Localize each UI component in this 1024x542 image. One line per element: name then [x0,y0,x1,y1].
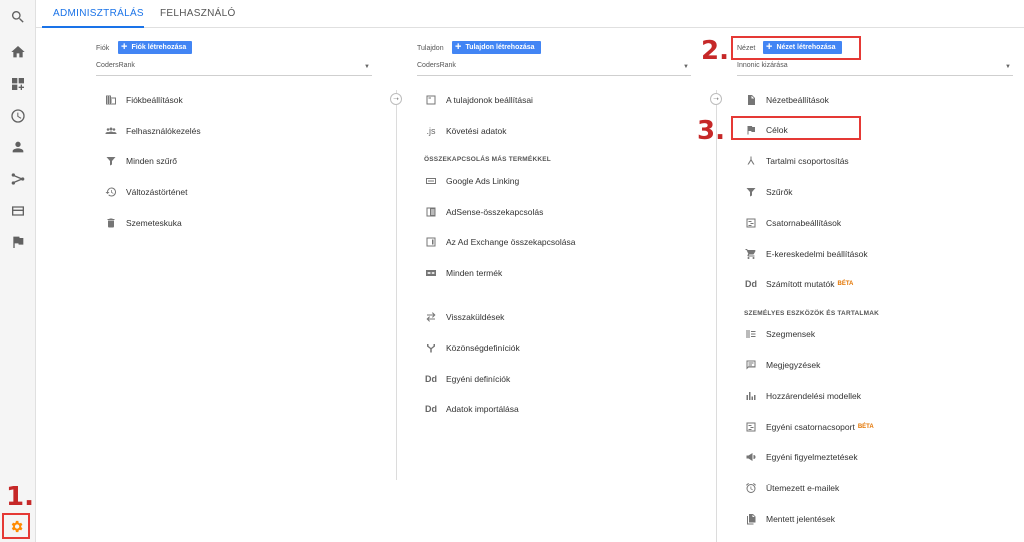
ads-icon [424,174,438,188]
column-divider [396,90,397,480]
history-icon [104,185,118,199]
beta-badge: BÉTA [837,281,854,287]
view-settings-link[interactable]: Nézetbeállítások [744,91,829,109]
saved-reports-icon [744,512,758,526]
plus-icon: + [766,41,773,53]
ecommerce-settings-link[interactable]: E-kereskedelmi beállítások [744,245,868,263]
postbacks-link[interactable]: Visszaküldések [424,308,504,326]
active-tab-indicator [42,26,144,28]
channel-settings-icon [744,216,758,230]
adsense-icon [424,205,438,219]
callout-1: 1. [6,482,34,512]
tab-admin[interactable]: ADMINISZTRÁLÁS [53,8,144,19]
saved-reports-link[interactable]: Mentett jelentések [744,510,835,528]
home-icon[interactable] [0,38,36,66]
ad-exchange-linking-link[interactable]: Az Ad Exchange összekapcsolása [424,233,575,251]
flag-icon[interactable] [0,228,36,256]
calculated-metrics-link[interactable]: Dd Számított mutatók BÉTA [744,275,853,293]
callout-2: 2. [701,36,729,66]
caret-down-icon: ▼ [364,64,370,70]
attribution-icon [744,389,758,403]
property-settings-icon [424,93,438,107]
view-select[interactable]: Innonic kizárása ▼ [737,62,1013,76]
caret-down-icon: ▼ [1005,64,1011,70]
beta-badge: BÉTA [857,424,874,430]
all-filters-link[interactable]: Minden szűrő [104,152,177,170]
channel-settings-link[interactable]: Csatornabeállítások [744,214,841,232]
callout-3: 3. [697,116,725,146]
admin-tabs: ADMINISZTRÁLÁS FELHASZNÁLÓ [36,0,1024,28]
attribution-models-link[interactable]: Hozzárendelési modellek [744,387,861,405]
create-property-button[interactable]: + Tulajdon létrehozása [452,41,541,54]
property-label: Tulajdon [417,45,444,52]
data-import-link[interactable]: Dd Adatok importálása [424,400,519,418]
search-icon[interactable] [0,3,36,31]
view-filters-link[interactable]: Szűrők [744,183,792,201]
filter-icon [104,154,118,168]
left-nav-rail [0,0,36,542]
js-icon: .js [426,126,436,136]
plus-icon: + [455,41,462,53]
account-select[interactable]: CodersRank ▼ [96,62,372,76]
all-products-link[interactable]: Minden termék [424,264,502,282]
trash-can-link[interactable]: Szemeteskuka [104,214,182,232]
caret-down-icon: ▼ [683,64,689,70]
annotations-icon [744,358,758,372]
tab-user[interactable]: FELHASZNÁLÓ [160,8,236,19]
clock-icon[interactable] [0,102,36,130]
goals-link[interactable]: Célok [744,121,788,139]
behavior-icon[interactable] [0,197,36,225]
dd-icon: Dd [425,374,437,384]
filter-icon [744,185,758,199]
admin-gear-icon[interactable] [2,513,30,539]
google-ads-linking-link[interactable]: Google Ads Linking [424,172,519,190]
postbacks-icon [424,310,438,324]
personal-tools-section-heading: SZEMÉLYES ESZKÖZÖK ÉS TARTALMAK [744,310,880,317]
person-icon[interactable] [0,133,36,161]
audience-definitions-link[interactable]: Közönségdefiníciók [424,339,520,357]
adsense-linking-link[interactable]: AdSense-összekapcsolás [424,203,543,221]
annotations-link[interactable]: Megjegyzések [744,356,820,374]
account-settings-link[interactable]: Fiókbeállítások [104,91,183,109]
account-label: Fiók [96,45,110,52]
link-icon [424,266,438,280]
megaphone-icon [744,450,758,464]
custom-alerts-link[interactable]: Egyéni figyelmeztetések [744,448,858,466]
goal-flag-icon [744,123,758,137]
trash-icon [104,216,118,230]
building-icon [104,93,118,107]
property-settings-link[interactable]: A tulajdonok beállításai [424,91,533,109]
column-divider [716,90,717,542]
dd-icon: Dd [425,404,437,414]
view-label: Nézet [737,45,756,52]
arrow-right-icon: ➝ [390,93,402,105]
cart-icon [744,247,758,261]
dashboards-icon[interactable] [0,70,36,98]
tracking-info-link[interactable]: .js Követési adatok [424,122,507,140]
custom-channel-grouping-link[interactable]: Egyéni csatornacsoport BÉTA [744,418,874,436]
content-grouping-icon [744,154,758,168]
acquisition-icon[interactable] [0,165,36,193]
content-grouping-link[interactable]: Tartalmi csoportosítás [744,152,849,170]
user-management-link[interactable]: Felhasználókezelés [104,122,201,140]
scheduled-emails-link[interactable]: Ütemezett e-mailek [744,479,839,497]
dd-icon: Dd [745,279,757,289]
create-view-button[interactable]: + Nézet létrehozása [763,41,842,54]
adexchange-icon [424,235,438,249]
segments-link[interactable]: Szegmensek [744,325,815,343]
segments-icon [744,327,758,341]
linking-section-heading: ÖSSZEKAPCSOLÁS MÁS TERMÉKKEL [424,156,551,163]
property-select[interactable]: CodersRank ▼ [417,62,691,76]
create-account-button[interactable]: + Fiók létrehozása [118,41,193,54]
audience-icon [424,341,438,355]
channel-group-icon [744,420,758,434]
alarm-icon [744,481,758,495]
plus-icon: + [121,41,128,53]
arrow-right-icon: ➝ [710,93,722,105]
custom-definitions-link[interactable]: Dd Egyéni definíciók [424,370,510,388]
document-icon [744,93,758,107]
change-history-link[interactable]: Változástörténet [104,183,187,201]
users-icon [104,124,118,138]
